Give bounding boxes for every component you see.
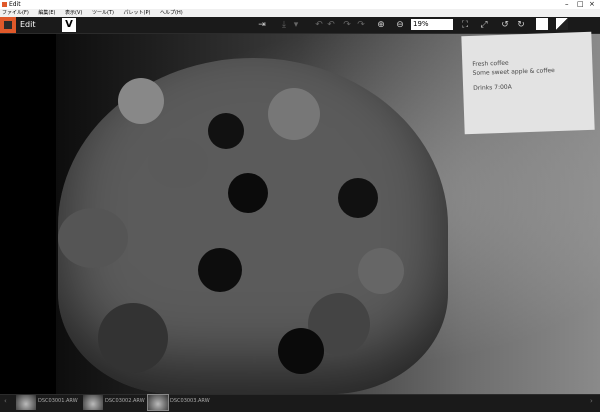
menu-bar: ファイル(F) 編集(E) 表示(V) ツール(T) パレット(P) ヘルプ(H… — [0, 9, 600, 17]
menu-tools[interactable]: ツール(T) — [92, 10, 114, 16]
redo-all-icon[interactable]: ↷ — [356, 19, 366, 31]
zoom-out-icon[interactable]: ⊖ — [395, 19, 405, 31]
undo-icon[interactable]: ↶ — [314, 19, 324, 31]
chevron-right-icon[interactable]: › — [590, 397, 593, 405]
thumbnail — [147, 394, 169, 411]
chevron-left-icon[interactable]: ‹ — [4, 397, 7, 405]
actual-size-icon[interactable]: ⤢ — [479, 19, 489, 31]
zoom-field[interactable]: 19% — [411, 19, 453, 30]
brand-mark: V — [62, 18, 76, 32]
zoom-in-icon[interactable]: ⊕ — [376, 19, 386, 31]
export-icon[interactable]: ⇥ — [257, 19, 267, 31]
compare-view-button[interactable] — [556, 18, 568, 30]
window-title: Edit — [9, 1, 21, 8]
minimize-icon[interactable]: – — [565, 0, 569, 9]
maximize-icon[interactable]: □ — [577, 0, 584, 9]
thumbnail-name: DSC03003.ARW — [170, 398, 210, 404]
thumbnail — [16, 395, 36, 410]
rotate-left-icon[interactable]: ↺ — [500, 19, 510, 31]
filmstrip-item[interactable]: DSC03001.ARW — [16, 395, 78, 410]
menu-card: Fresh coffee Some sweet apple & coffee D… — [461, 31, 595, 135]
fit-to-screen-icon[interactable]: ⛶ — [460, 19, 470, 31]
menu-view[interactable]: 表示(V) — [65, 10, 82, 16]
cake-image — [58, 58, 448, 394]
single-view-button[interactable] — [536, 18, 548, 30]
thumbnail-name: DSC03002.ARW — [105, 398, 145, 404]
filmstrip-item[interactable]: DSC03002.ARW — [83, 395, 145, 410]
note-line: Drinks 7:00A — [473, 83, 512, 92]
menu-palette[interactable]: パレット(P) — [124, 10, 151, 16]
menu-file[interactable]: ファイル(F) — [2, 10, 29, 16]
thumbnail-name: DSC03001.ARW — [38, 398, 78, 404]
redo-icon[interactable]: ↷ — [342, 19, 352, 31]
mode-label: Edit — [20, 20, 36, 29]
filmstrip-item[interactable]: DSC03003.ARW — [147, 394, 210, 411]
undo-all-icon[interactable]: ↶ — [326, 19, 336, 31]
save-icon[interactable]: ⤓ — [279, 19, 289, 31]
chevron-down-icon[interactable]: ▾ — [291, 19, 301, 31]
thumbnail — [83, 395, 103, 410]
app-logo[interactable] — [0, 17, 16, 33]
title-bar: Edit – □ × — [0, 0, 600, 9]
menu-edit[interactable]: 編集(E) — [38, 10, 55, 16]
app-icon — [2, 2, 7, 7]
rotate-right-icon[interactable]: ↻ — [516, 19, 526, 31]
close-icon[interactable]: × — [589, 0, 595, 9]
menu-help[interactable]: ヘルプ(H) — [160, 10, 183, 16]
